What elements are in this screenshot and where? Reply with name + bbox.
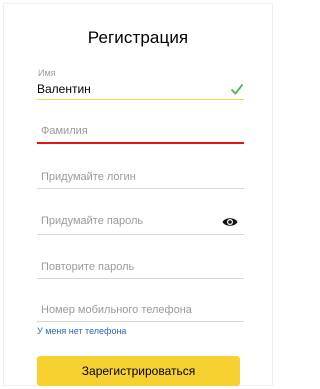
login-field[interactable]: Придумайте логин <box>37 166 244 190</box>
first-name-field[interactable]: Имя Валентин <box>37 68 244 100</box>
password-field[interactable]: Придумайте пароль <box>37 210 244 236</box>
phone-underline <box>37 321 244 322</box>
first-name-value: Валентин <box>37 82 91 96</box>
password-placeholder: Придумайте пароль <box>41 215 144 227</box>
password-underline <box>37 234 244 235</box>
eye-icon[interactable] <box>222 216 238 228</box>
last-name-field[interactable]: Фамилия <box>37 120 244 146</box>
login-underline <box>37 188 244 189</box>
password-repeat-underline <box>37 278 244 279</box>
login-placeholder: Придумайте логин <box>41 171 136 183</box>
phone-placeholder: Номер мобильного телефона <box>41 304 192 316</box>
page-title: Регистрация <box>87 28 189 47</box>
register-button[interactable]: Зарегистрироваться <box>37 356 240 386</box>
registration-card: Регистрация Имя Валентин Фамилия Придума… <box>4 4 272 386</box>
phone-field[interactable]: Номер мобильного телефона <box>37 300 244 324</box>
no-phone-link[interactable]: У меня нет телефона <box>37 326 126 336</box>
password-repeat-field[interactable]: Повторите пароль <box>37 256 244 280</box>
password-repeat-placeholder: Повторите пароль <box>41 261 135 273</box>
last-name-underline <box>37 142 244 144</box>
first-name-label: Имя <box>38 68 56 78</box>
first-name-underline <box>37 99 244 100</box>
last-name-placeholder: Фамилия <box>41 125 88 137</box>
check-icon <box>230 83 244 95</box>
